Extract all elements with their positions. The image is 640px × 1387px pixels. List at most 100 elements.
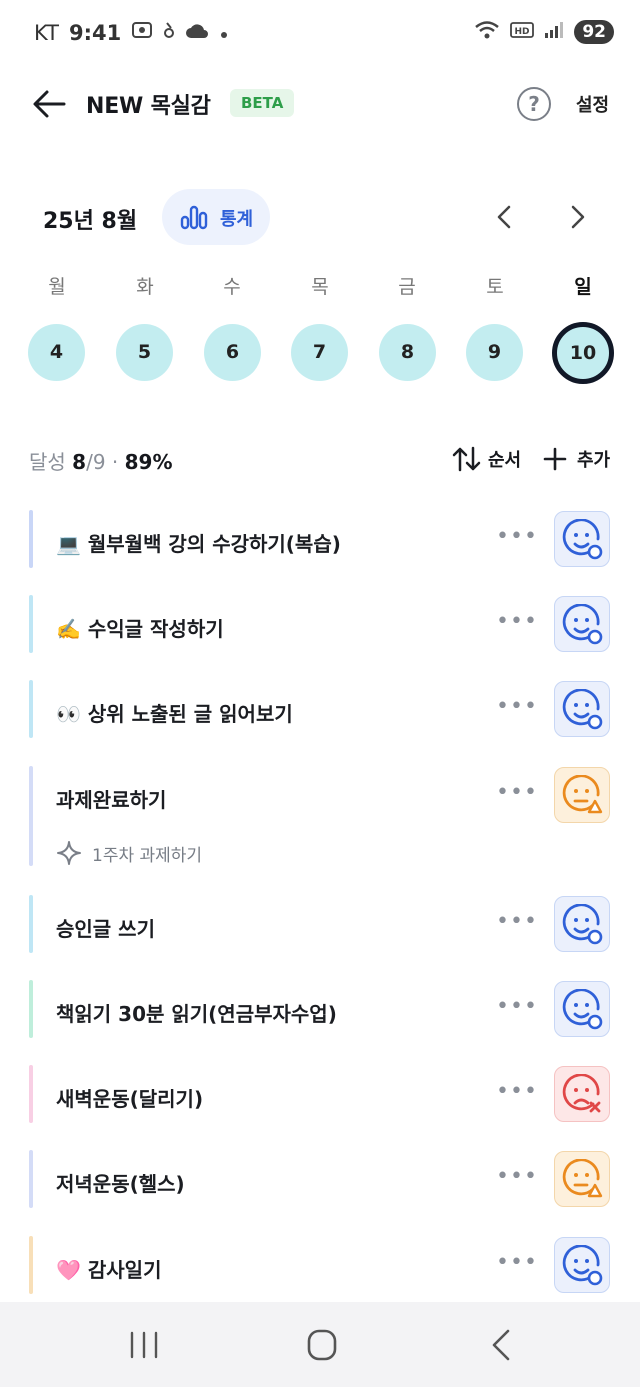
- achievement-total: /9: [86, 450, 106, 474]
- task-row[interactable]: 💻 월부월백 강의 수강하기(복습) •••: [0, 510, 640, 570]
- mood-button[interactable]: [554, 1151, 610, 1207]
- screenshot-icon: [131, 20, 153, 45]
- add-label: 추가: [577, 450, 611, 471]
- hd-icon: HD: [510, 21, 535, 43]
- neutral-warning-icon: [562, 1159, 603, 1198]
- more-options-icon[interactable]: •••: [496, 1164, 538, 1189]
- task-color-bar: [29, 510, 33, 568]
- status-bar: KT 9:41 HD 92: [0, 0, 640, 66]
- mood-button[interactable]: [554, 681, 610, 737]
- smile-check-icon: [562, 519, 603, 560]
- task-color-bar: [29, 1236, 33, 1294]
- mood-button[interactable]: [554, 767, 610, 823]
- nav-back-button[interactable]: [480, 1326, 520, 1364]
- smile-check-icon: [562, 1245, 603, 1286]
- task-row[interactable]: 새벽운동(달리기) •••: [0, 1065, 640, 1125]
- order-label: 순서: [488, 450, 522, 471]
- day-button[interactable]: 8: [379, 324, 436, 381]
- achievement-summary: 달성 8/9 · 89%: [29, 446, 173, 475]
- day-button[interactable]: 5: [116, 324, 173, 381]
- achievement-percent: 89%: [124, 450, 173, 474]
- clock: 9:41: [68, 20, 122, 45]
- task-label[interactable]: 승인글 쓰기: [56, 913, 155, 942]
- weekday-label: 금: [398, 276, 416, 298]
- wifi-icon: [474, 20, 500, 44]
- status-right: HD 92: [474, 20, 614, 44]
- svg-text:HD: HD: [515, 27, 530, 37]
- mood-button[interactable]: [554, 981, 610, 1037]
- app-bar: NEW 목실감 BETA ? 설정: [0, 70, 640, 138]
- task-row[interactable]: 책읽기 30분 읽기(연금부자수업) •••: [0, 980, 640, 1040]
- task-label[interactable]: ✍️ 수익글 작성하기: [56, 613, 224, 642]
- weekday-header: 월 화 수 목 금 토 일: [0, 272, 640, 302]
- task-label[interactable]: 새벽운동(달리기): [56, 1083, 203, 1112]
- add-button[interactable]: 추가: [543, 446, 610, 472]
- task-row[interactable]: 저녁운동(헬스) •••: [0, 1150, 640, 1210]
- nav-back-icon: [492, 1329, 510, 1361]
- help-button[interactable]: ?: [517, 87, 551, 121]
- neutral-warning-icon: [562, 775, 603, 814]
- day-button[interactable]: 6: [204, 324, 261, 381]
- smile-check-icon: [562, 689, 603, 730]
- day-button[interactable]: 4: [28, 324, 85, 381]
- more-options-icon[interactable]: •••: [496, 694, 538, 719]
- task-color-bar: [29, 595, 33, 653]
- carrier: KT: [34, 20, 59, 45]
- mood-button[interactable]: [554, 1066, 610, 1122]
- more-options-icon[interactable]: •••: [496, 1250, 538, 1275]
- prev-week-button[interactable]: [490, 202, 520, 232]
- task-row[interactable]: 과제완료하기 ••• 1주차 과제하기: [0, 766, 640, 870]
- task-label[interactable]: 👀 상위 노출된 글 읽어보기: [56, 698, 293, 727]
- weekday-label: 수: [223, 276, 241, 298]
- dot-icon: [219, 21, 229, 45]
- more-options-icon[interactable]: •••: [496, 994, 538, 1019]
- task-row[interactable]: 👀 상위 노출된 글 읽어보기 •••: [0, 680, 640, 740]
- achievement-done: 8: [72, 450, 87, 474]
- day-button[interactable]: 7: [291, 324, 348, 381]
- weekday-label: 화: [136, 276, 154, 298]
- task-color-bar: [29, 980, 33, 1038]
- day-button-selected[interactable]: 10: [552, 322, 614, 384]
- subgoal-label: 1주차 과제하기: [92, 845, 203, 866]
- more-options-icon[interactable]: •••: [496, 524, 538, 549]
- next-week-button[interactable]: [562, 202, 592, 232]
- task-label[interactable]: 책읽기 30분 읽기(연금부자수업): [56, 998, 337, 1027]
- mood-button[interactable]: [554, 596, 610, 652]
- chevron-left-icon: [497, 205, 511, 229]
- signal-icon: [544, 21, 564, 43]
- recent-apps-button[interactable]: [124, 1326, 164, 1364]
- plus-icon: [543, 447, 567, 471]
- weekday-label: 목: [311, 276, 329, 298]
- task-label[interactable]: 💻 월부월백 강의 수강하기(복습): [56, 528, 341, 557]
- task-label[interactable]: 과제완료하기: [56, 784, 166, 813]
- page-title: NEW 목실감: [86, 94, 211, 119]
- system-nav-bar: [0, 1302, 640, 1387]
- chevron-right-icon: [571, 205, 585, 229]
- order-button[interactable]: 순서: [452, 446, 521, 472]
- month-header: 25년 8월 통계: [0, 188, 640, 248]
- smile-check-icon: [562, 904, 603, 945]
- task-label[interactable]: 저녁운동(헬스): [56, 1168, 185, 1197]
- task-row[interactable]: ✍️ 수익글 작성하기 •••: [0, 595, 640, 655]
- task-color-bar: [29, 1065, 33, 1123]
- day-button[interactable]: 9: [466, 324, 523, 381]
- smile-check-icon: [562, 989, 603, 1030]
- home-button[interactable]: [302, 1326, 342, 1364]
- mood-button[interactable]: [554, 896, 610, 952]
- sparkle-icon: [57, 841, 81, 865]
- task-label[interactable]: 🩷 감사일기: [56, 1254, 161, 1283]
- more-options-icon[interactable]: •••: [496, 609, 538, 634]
- achievement-prefix: 달성: [29, 450, 66, 474]
- task-row[interactable]: 승인글 쓰기 •••: [0, 895, 640, 955]
- back-button[interactable]: [30, 86, 70, 122]
- settings-button[interactable]: 설정: [576, 91, 609, 117]
- more-options-icon[interactable]: •••: [496, 1079, 538, 1104]
- more-options-icon[interactable]: •••: [496, 909, 538, 934]
- more-options-icon[interactable]: •••: [496, 780, 538, 805]
- status-left: KT 9:41: [34, 20, 229, 45]
- mood-button[interactable]: [554, 511, 610, 567]
- recent-apps-icon: [130, 1331, 158, 1359]
- mood-button[interactable]: [554, 1237, 610, 1293]
- stats-button[interactable]: 통계: [162, 189, 270, 245]
- task-row[interactable]: 🩷 감사일기 •••: [0, 1236, 640, 1296]
